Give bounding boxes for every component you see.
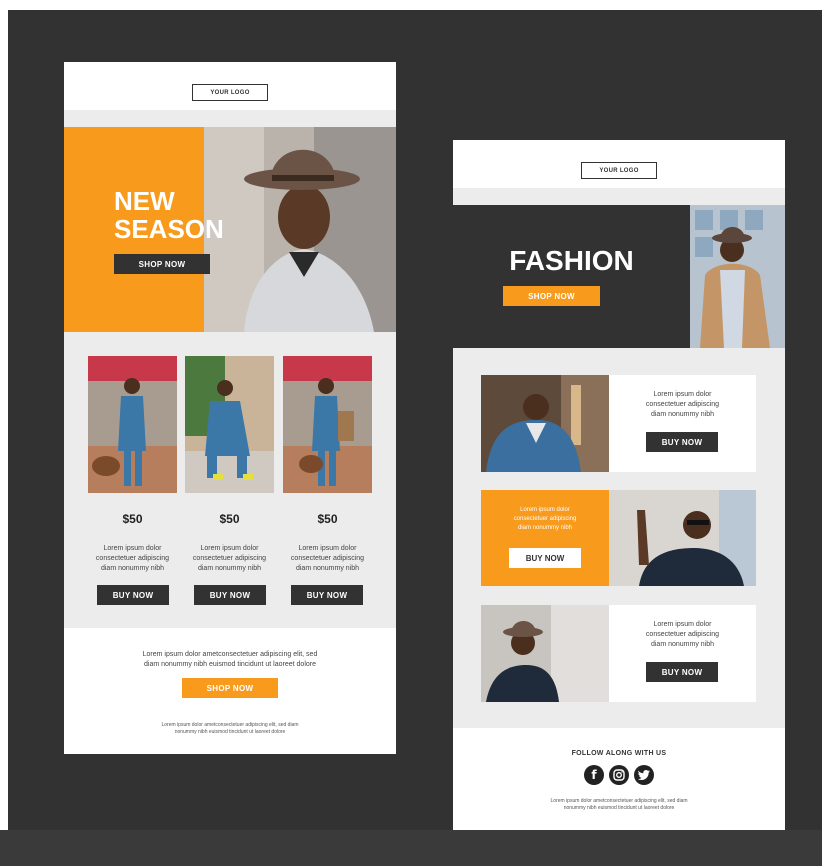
row-photo-2[interactable] bbox=[609, 490, 756, 586]
footer-small-line: nonummy nibh euismod tincidunt ut laoree… bbox=[563, 805, 675, 811]
row-desc-line: diam nonummy nibh bbox=[650, 411, 715, 418]
product-desc-3: Lorem ipsum dolor consectetuer adipiscin… bbox=[279, 544, 376, 574]
facebook-icon[interactable]: f bbox=[584, 765, 604, 785]
footer-small-line: nonummy nibh euismod tincidunt ut laoree… bbox=[174, 729, 286, 735]
product-desc-line: consectetuer adipiscing bbox=[290, 555, 365, 562]
background-strip bbox=[0, 830, 822, 866]
product-desc-line: consectetuer adipiscing bbox=[95, 555, 170, 562]
product-price-3: $50 bbox=[317, 512, 338, 526]
row-desc-line: consectetuer adipiscing bbox=[513, 516, 577, 522]
email-template-new-season: YOUR LOGO NEW SEASON SHOP NOW $50 $50 $5… bbox=[64, 62, 396, 754]
hero-shop-now-button[interactable]: SHOP NOW bbox=[503, 286, 600, 306]
row-buy-now-button-2[interactable]: BUY NOW bbox=[509, 548, 581, 568]
hero-shop-now-button[interactable]: SHOP NOW bbox=[114, 254, 210, 274]
product-desc-line: diam nonummy nibh bbox=[295, 565, 360, 572]
row-buy-now-button-1[interactable]: BUY NOW bbox=[646, 432, 718, 452]
footer-text: Lorem ipsum dolor ametconsectetuer adipi… bbox=[74, 650, 386, 670]
row-desc-line: diam nonummy nibh bbox=[517, 525, 573, 531]
logo-placeholder[interactable]: YOUR LOGO bbox=[581, 162, 657, 179]
hero-photo bbox=[690, 205, 785, 348]
row-card-2 bbox=[481, 490, 609, 586]
row-photo-3[interactable] bbox=[481, 605, 609, 702]
row-photo-1[interactable] bbox=[481, 375, 609, 472]
row-desc-3: Lorem ipsum dolor consectetuer adipiscin… bbox=[609, 620, 756, 650]
row-buy-now-button-3[interactable]: BUY NOW bbox=[646, 662, 718, 682]
footer-shop-now-button[interactable]: SHOP NOW bbox=[182, 678, 278, 698]
product-desc-line: Lorem ipsum dolor bbox=[298, 545, 357, 552]
footer-small-line: Lorem ipsum dolor ametconsectetuer adipi… bbox=[550, 798, 688, 804]
product-desc-line: diam nonummy nibh bbox=[197, 565, 262, 572]
email-template-fashion: YOUR LOGO FASHION SHOP NOW Lorem ipsum d… bbox=[453, 140, 785, 830]
product-desc-line: Lorem ipsum dolor bbox=[200, 545, 259, 552]
product-photo-2[interactable] bbox=[185, 356, 274, 493]
product-price-1: $50 bbox=[122, 512, 143, 526]
product-price-2: $50 bbox=[219, 512, 240, 526]
logo-placeholder[interactable]: YOUR LOGO bbox=[192, 84, 268, 101]
footer-small-print: Lorem ipsum dolor ametconsectetuer adipi… bbox=[74, 722, 386, 736]
product-photo-1[interactable] bbox=[88, 356, 177, 493]
product-desc-1: Lorem ipsum dolor consectetuer adipiscin… bbox=[84, 544, 181, 574]
buy-now-button-3[interactable]: BUY NOW bbox=[291, 585, 363, 605]
row-desc-line: Lorem ipsum dolor bbox=[653, 391, 712, 398]
footer-text-line: Lorem ipsum dolor ametconsectetuer adipi… bbox=[142, 651, 318, 658]
row-desc-line: consectetuer adipiscing bbox=[645, 401, 720, 408]
product-desc-2: Lorem ipsum dolor consectetuer adipiscin… bbox=[181, 544, 278, 574]
footer-text-line: diam nonummy nibh euismod tincidunt ut l… bbox=[144, 661, 316, 668]
twitter-icon[interactable] bbox=[634, 765, 654, 785]
spacer-band bbox=[64, 110, 396, 127]
footer-small-print: Lorem ipsum dolor ametconsectetuer adipi… bbox=[463, 798, 775, 812]
product-desc-line: Lorem ipsum dolor bbox=[103, 545, 162, 552]
row-desc-2: Lorem ipsum dolor consectetuer adipiscin… bbox=[481, 506, 609, 533]
footer-small-line: Lorem ipsum dolor ametconsectetuer adipi… bbox=[161, 722, 299, 728]
follow-heading: FOLLOW ALONG WITH US bbox=[571, 750, 667, 757]
row-desc-line: Lorem ipsum dolor bbox=[653, 621, 712, 628]
hero-photo bbox=[204, 127, 396, 332]
row-desc-line: consectetuer adipiscing bbox=[645, 631, 720, 638]
buy-now-button-2[interactable]: BUY NOW bbox=[194, 585, 266, 605]
row-desc-1: Lorem ipsum dolor consectetuer adipiscin… bbox=[609, 390, 756, 420]
product-desc-line: diam nonummy nibh bbox=[100, 565, 165, 572]
hero-title: FASHION bbox=[509, 245, 634, 276]
instagram-icon[interactable] bbox=[609, 765, 629, 785]
hero-title-line1: NEW bbox=[114, 186, 175, 216]
hero-title-line2: SEASON bbox=[114, 214, 224, 244]
row-desc-line: diam nonummy nibh bbox=[650, 641, 715, 648]
buy-now-button-1[interactable]: BUY NOW bbox=[97, 585, 169, 605]
spacer-band bbox=[453, 188, 785, 205]
product-photo-3[interactable] bbox=[283, 356, 372, 493]
product-desc-line: consectetuer adipiscing bbox=[192, 555, 267, 562]
row-desc-line: Lorem ipsum dolor bbox=[520, 507, 570, 513]
